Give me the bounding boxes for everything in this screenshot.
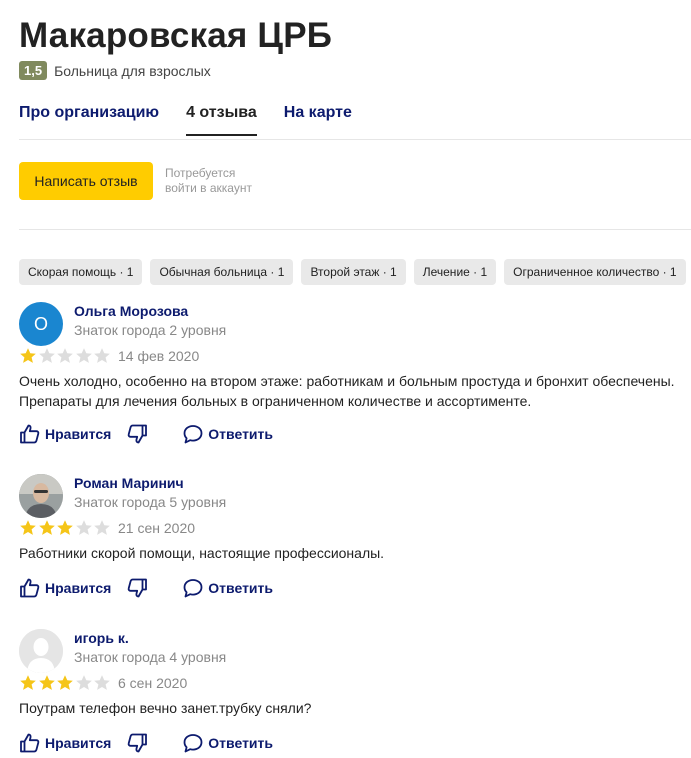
review-author[interactable]: Ольга Морозова bbox=[74, 303, 188, 319]
topic-chips: Скорая помощь · 1 Обычная больница · 1 В… bbox=[19, 259, 691, 286]
avatar[interactable] bbox=[19, 629, 63, 673]
dislike-button[interactable] bbox=[126, 732, 148, 754]
thumbs-up-icon bbox=[20, 578, 40, 598]
like-button[interactable]: Нравится bbox=[19, 732, 111, 754]
author-level: Знаток города 2 уровня bbox=[74, 322, 227, 338]
reply-label: Ответить bbox=[208, 735, 273, 751]
review-text-line: Препараты для лечения больных в ограниче… bbox=[19, 393, 532, 409]
reply-button[interactable]: Ответить bbox=[182, 577, 273, 599]
review-date: 21 сен 2020 bbox=[118, 520, 196, 536]
rating-line: 1,5 Больница для взрослых bbox=[19, 61, 211, 80]
star-filled-icon bbox=[20, 675, 36, 690]
star-rating bbox=[19, 347, 112, 365]
like-label: Нравится bbox=[45, 735, 112, 751]
review-text: Работники скорой помощи, настоящие профе… bbox=[19, 543, 691, 563]
chip-second-floor[interactable]: Второй этаж · 1 bbox=[301, 259, 406, 285]
tab-reviews[interactable]: 4 отзыва bbox=[186, 104, 257, 136]
star-empty-icon bbox=[38, 348, 55, 363]
login-note-line1: Потребуется bbox=[165, 166, 236, 180]
category-label: Больница для взрослых bbox=[54, 62, 211, 79]
like-button[interactable]: Нравится bbox=[19, 423, 111, 445]
star-empty-icon bbox=[94, 520, 110, 535]
thumbs-down-icon bbox=[128, 733, 148, 753]
review-author[interactable]: игорь к. bbox=[74, 630, 129, 646]
thumbs-down-icon bbox=[128, 424, 148, 444]
star-filled-icon bbox=[57, 520, 73, 535]
chip-limited-quantity[interactable]: Ограниченное количество · 1 bbox=[504, 259, 686, 285]
review-date: 14 фев 2020 bbox=[118, 348, 200, 364]
review-actions: Нравится Ответить bbox=[19, 732, 273, 754]
like-button[interactable]: Нравится bbox=[19, 577, 111, 599]
thumbs-down-icon bbox=[128, 578, 148, 598]
star-filled-icon bbox=[38, 675, 55, 690]
review-text-line: Поутрам телефон вечно занет.трубку сняли… bbox=[19, 700, 312, 716]
star-empty-icon bbox=[57, 348, 73, 363]
author-level: Знаток города 4 уровня bbox=[74, 649, 227, 665]
review-text-line: Очень холодно, особенно на втором этаже:… bbox=[19, 373, 675, 389]
star-empty-icon bbox=[94, 348, 110, 363]
page-title: Макаровская ЦРБ bbox=[19, 16, 333, 55]
star-filled-icon bbox=[38, 520, 55, 535]
review-text-line: Работники скорой помощи, настоящие профе… bbox=[19, 545, 385, 561]
star-empty-icon bbox=[75, 520, 92, 535]
review-actions: Нравится Ответить bbox=[19, 423, 273, 445]
thumbs-up-icon bbox=[20, 733, 40, 753]
star-filled-icon bbox=[57, 675, 73, 690]
star-filled-icon bbox=[20, 348, 36, 363]
write-review-button[interactable]: Написать отзыв bbox=[19, 162, 153, 200]
like-label: Нравится bbox=[45, 580, 112, 596]
login-required-note: Потребуется войти в аккаунт bbox=[165, 166, 275, 196]
star-empty-icon bbox=[94, 675, 110, 690]
reply-label: Ответить bbox=[208, 426, 273, 442]
reply-button[interactable]: Ответить bbox=[182, 423, 273, 445]
thumbs-up-icon bbox=[20, 424, 40, 444]
review-actions: Нравится Ответить bbox=[19, 577, 273, 599]
avatar[interactable]: О bbox=[19, 302, 63, 346]
tab-about[interactable]: Про организацию bbox=[19, 104, 159, 136]
review-author[interactable]: Роман Маринич bbox=[74, 475, 184, 491]
star-rating bbox=[19, 674, 112, 692]
review-date: 6 сен 2020 bbox=[118, 675, 188, 691]
star-empty-icon bbox=[75, 675, 92, 690]
author-level: Знаток города 5 уровня bbox=[74, 494, 227, 510]
review-text: Поутрам телефон вечно занет.трубку сняли… bbox=[19, 698, 691, 718]
star-empty-icon bbox=[75, 348, 92, 363]
rating-badge: 1,5 bbox=[19, 61, 48, 80]
tab-map[interactable]: На карте bbox=[284, 104, 352, 136]
comment-icon bbox=[183, 425, 203, 444]
user-photo-icon bbox=[19, 474, 63, 518]
dislike-button[interactable] bbox=[126, 423, 148, 445]
login-note-line2: войти в аккаунт bbox=[165, 181, 252, 195]
reply-label: Ответить bbox=[208, 580, 273, 596]
divider bbox=[19, 139, 691, 140]
comment-icon bbox=[183, 579, 203, 598]
star-rating bbox=[19, 519, 112, 537]
star-filled-icon bbox=[20, 520, 36, 535]
comment-icon bbox=[183, 734, 203, 753]
chip-treatment[interactable]: Лечение · 1 bbox=[413, 259, 497, 285]
chip-ambulance[interactable]: Скорая помощь · 1 bbox=[19, 259, 143, 285]
review-text: Очень холодно, особенно на втором этаже:… bbox=[19, 371, 691, 411]
like-label: Нравится bbox=[45, 426, 112, 442]
dislike-button[interactable] bbox=[126, 577, 148, 599]
avatar[interactable] bbox=[19, 474, 63, 518]
tab-bar: Про организацию 4 отзыва На карте bbox=[19, 104, 379, 136]
divider bbox=[19, 229, 691, 230]
reply-button[interactable]: Ответить bbox=[182, 732, 273, 754]
chip-regular-hospital[interactable]: Обычная больница · 1 bbox=[150, 259, 294, 285]
default-user-icon bbox=[19, 629, 63, 673]
